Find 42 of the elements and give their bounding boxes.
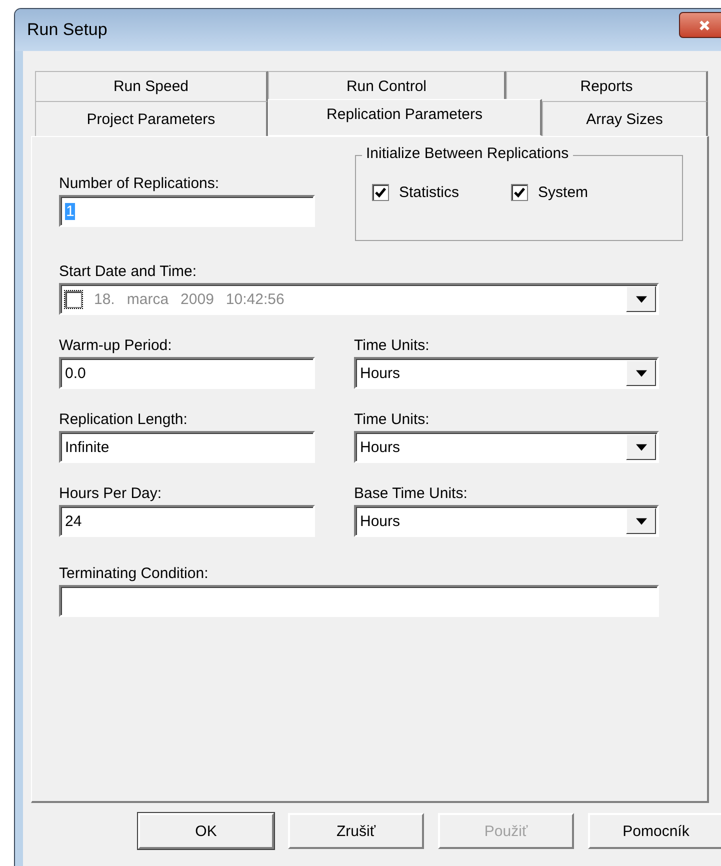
checkbox-label: System (538, 184, 588, 201)
close-icon (698, 18, 710, 32)
dropdown[interactable]: Hours (354, 431, 659, 463)
checkbox[interactable] (372, 184, 389, 201)
tab[interactable]: Run Control (268, 71, 506, 101)
dropdown-arrow-icon (636, 444, 646, 450)
field-label: Hours Per Day: (59, 485, 162, 502)
field-label: Warm-up Period: (59, 337, 172, 354)
checkbox[interactable] (65, 290, 82, 308)
dialog-button[interactable]: Zrušiť (288, 813, 424, 849)
tab[interactable]: Replication Parameters (268, 99, 542, 136)
tab[interactable]: Array Sizes (542, 101, 708, 136)
input-field[interactable]: 24 (59, 505, 315, 537)
dropdown-arrow-icon (636, 370, 646, 376)
input-field[interactable] (59, 585, 659, 617)
dropdown-arrow-icon (636, 296, 646, 302)
tab[interactable]: Reports (506, 71, 708, 101)
checkbox-label: Statistics (399, 184, 460, 201)
dropdown[interactable]: Hours (354, 505, 659, 537)
field-label: Start Date and Time: (59, 263, 197, 280)
field-label: Time Units: (354, 337, 430, 354)
input-field[interactable]: 0.0 (59, 357, 315, 389)
tab[interactable]: Run Speed (35, 71, 268, 101)
tab[interactable]: Project Parameters (35, 101, 268, 136)
checkbox[interactable] (511, 184, 528, 201)
input-field[interactable]: Infinite (59, 431, 315, 463)
dialog-button[interactable]: Pomocník (588, 813, 721, 849)
field-label: Terminating Condition: (59, 565, 208, 582)
field-label: Number of Replications: (59, 175, 220, 192)
dialog-button[interactable]: OK (138, 813, 274, 849)
window-title: Run Setup (27, 20, 108, 40)
date-part: 10:42:56 (226, 290, 284, 308)
field-label: Base Time Units: (354, 485, 468, 502)
date-part: marca (126, 290, 169, 308)
close-button[interactable] (679, 12, 721, 38)
date-part: 2009 (180, 290, 214, 308)
dropdown-arrow-icon (636, 518, 646, 524)
field-label: Replication Length: (59, 411, 188, 428)
dropdown[interactable]: Hours (354, 357, 659, 389)
group-title: Initialize Between Replications (362, 145, 573, 162)
field-label: Time Units: (354, 411, 430, 428)
date-part: 18. (94, 290, 115, 308)
